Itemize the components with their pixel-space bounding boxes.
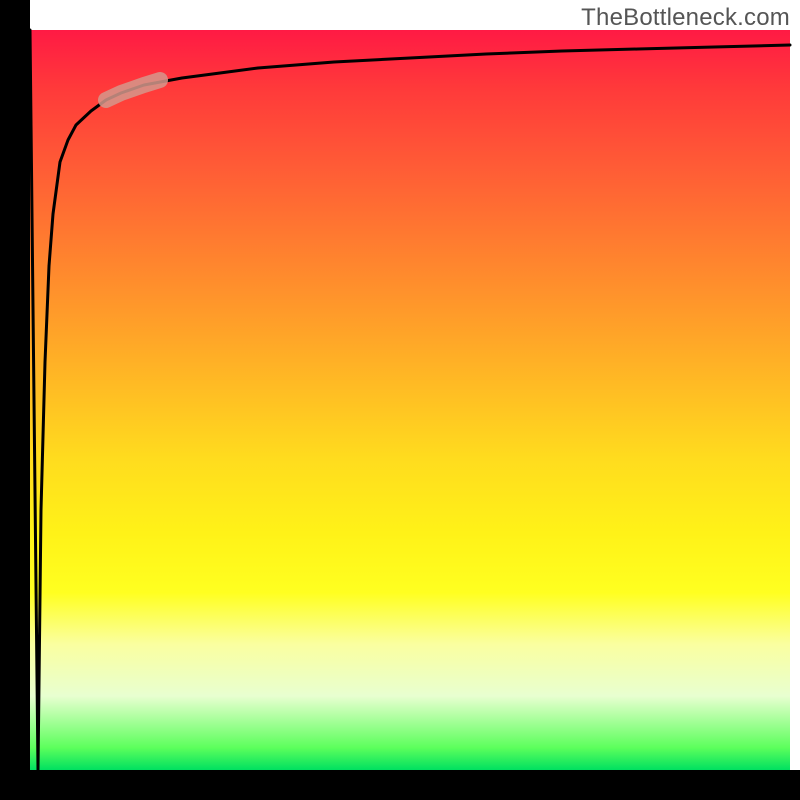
x-axis-bar [0,770,800,800]
chart-container: TheBottleneck.com [0,0,800,800]
plot-gradient-area [30,30,790,770]
y-axis-bar [0,0,30,800]
watermark-text: TheBottleneck.com [581,4,790,32]
